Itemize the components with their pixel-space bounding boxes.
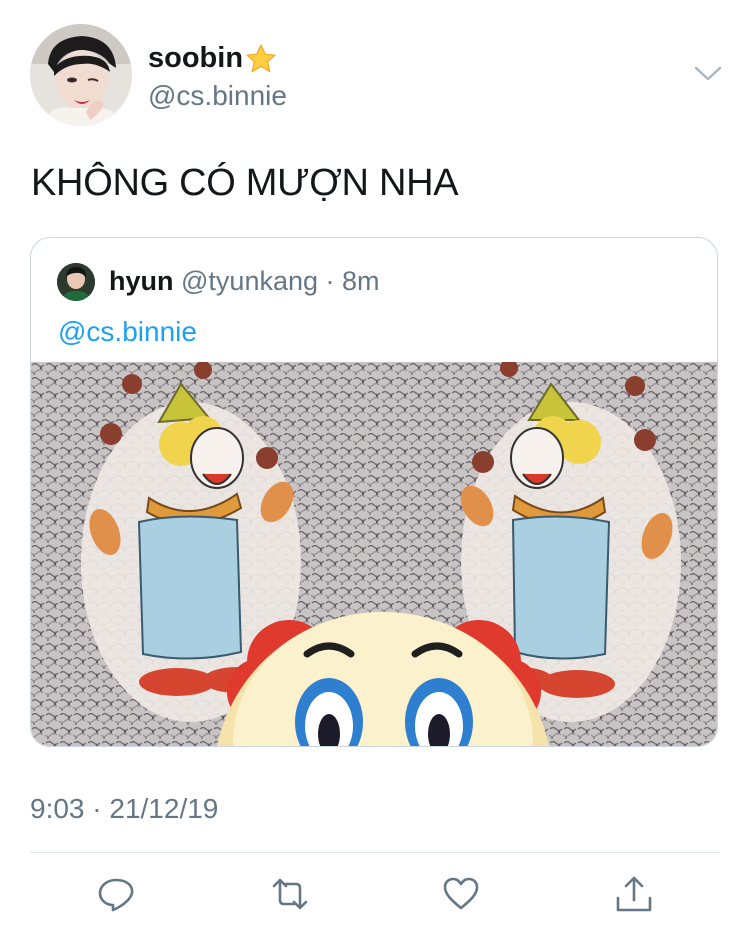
author-handle[interactable]: @cs.binnie <box>148 80 287 112</box>
quoted-author-avatar[interactable] <box>57 263 95 301</box>
retweet-icon <box>272 878 308 910</box>
author-avatar[interactable] <box>30 24 132 126</box>
chevron-down-icon[interactable] <box>692 62 724 86</box>
quoted-handle[interactable]: @tyunkang <box>181 266 318 296</box>
share-icon <box>616 876 652 912</box>
quoted-mention-link[interactable]: @cs.binnie <box>58 316 197 348</box>
quoted-display-name[interactable]: hyun <box>109 266 174 296</box>
retweet-button[interactable] <box>270 874 310 914</box>
like-button[interactable] <box>441 874 481 914</box>
star-icon <box>245 43 277 75</box>
tweet-timestamp[interactable]: 9:03 · 21/12/19 <box>30 793 218 825</box>
divider <box>30 852 720 853</box>
reply-icon <box>98 878 134 912</box>
reply-button[interactable] <box>96 874 136 914</box>
quoted-tweet-card[interactable]: hyun @tyunkang · 8m @cs.binnie <box>30 237 718 747</box>
author-name[interactable]: soobin <box>148 42 277 75</box>
tweet-text: KHÔNG CÓ MƯỢN NHA <box>31 162 459 204</box>
heart-icon <box>443 877 479 910</box>
clown-face-emoji <box>216 612 550 746</box>
quoted-tweet-header: hyun @tyunkang · 8m <box>109 266 380 297</box>
quoted-tweet-image[interactable] <box>31 359 717 746</box>
quoted-time: · 8m <box>325 266 380 296</box>
author-display-name[interactable]: soobin <box>148 42 243 75</box>
tweet-detail: soobin @cs.binnie KHÔNG CÓ MƯỢN NHA hyun… <box>0 0 750 940</box>
share-button[interactable] <box>614 874 654 914</box>
